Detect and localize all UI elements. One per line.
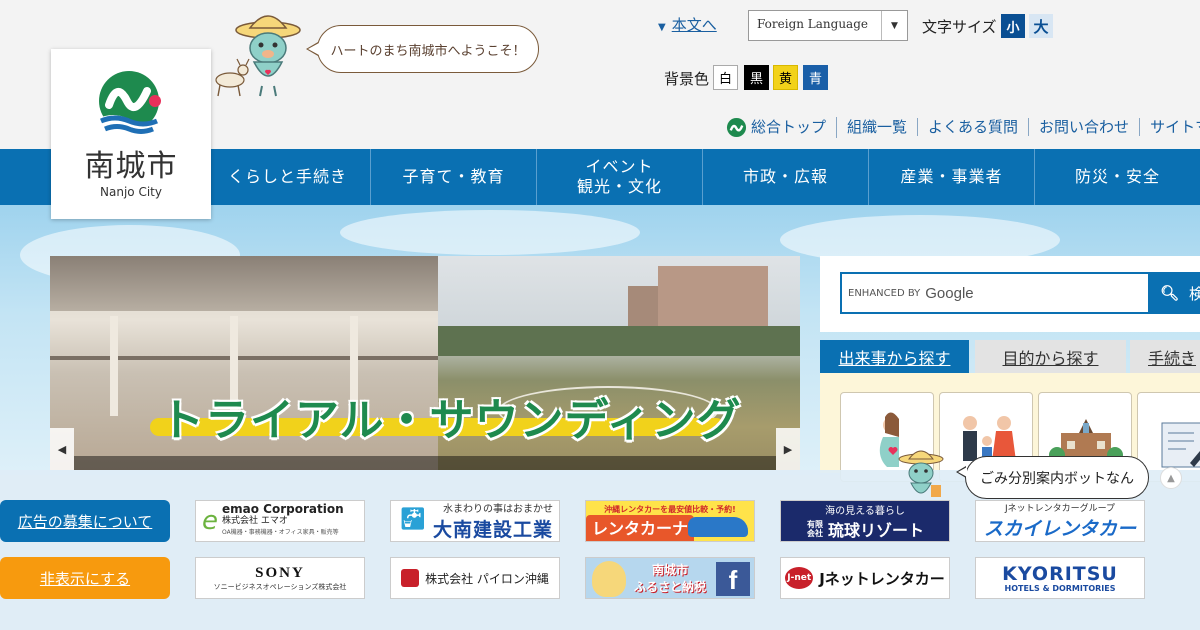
util-link-top[interactable]: 総合トップ: [726, 116, 838, 138]
triangle-down-icon: ▼: [658, 22, 666, 33]
cloud-shape: [340, 210, 640, 255]
slider-next-button[interactable]: ▶: [776, 428, 800, 470]
tab-procedures[interactable]: 手続き: [1130, 340, 1200, 373]
bg-color-yellow-button[interactable]: 黄: [773, 65, 798, 90]
chatbot-speech-bubble[interactable]: ごみ分別案内ボットなん: [956, 456, 1149, 499]
search-panel: ENHANCED BY Google 🔍︎ 検: [820, 256, 1200, 332]
bg-color-black-button[interactable]: 黒: [744, 65, 769, 90]
util-link-faq[interactable]: よくある質問: [918, 118, 1030, 136]
ad-title: レンタカーナビ: [586, 515, 694, 541]
chevron-right-icon: ▶: [783, 442, 793, 456]
skip-link-label: 本文へ: [671, 16, 717, 34]
ad-banner-pylon[interactable]: 株式会社 パイロン沖縄: [390, 557, 560, 599]
search-button[interactable]: 🔍︎ 検: [1148, 272, 1200, 314]
font-size-label: 文字サイズ: [922, 18, 997, 36]
ad-title: KYORITSU: [1002, 562, 1118, 585]
ad-banner-emao[interactable]: e emao Corporation 株式会社 エマオ OA機器・事務機器・オフ…: [195, 500, 365, 542]
util-link-label: 総合トップ: [751, 118, 827, 136]
tab-events[interactable]: 出来事から探す: [820, 340, 969, 381]
ad-subtitle: 沖縄レンタカーを最安値比較・予約!: [604, 505, 736, 514]
ad-badge: J-net: [785, 567, 814, 589]
logo-city-name: 南城市: [84, 149, 178, 184]
slider-prev-button[interactable]: ◀: [50, 428, 74, 470]
nanjo-logo-icon: [726, 117, 747, 137]
bg-color-blue-button[interactable]: 青: [803, 65, 828, 90]
ad-subtitle: 海の見える暮らし: [825, 505, 905, 517]
finder-tabs: 出来事から探す 目的から探す 手続き: [820, 340, 1200, 381]
ad-banner-sky-rentacar[interactable]: Jネットレンタカーグループ スカイレンタカー: [975, 500, 1145, 542]
nav-item-events[interactable]: イベント 観光・文化: [536, 149, 702, 205]
ad-subtitle: HOTELS & DORMITORIES: [1004, 583, 1116, 593]
pylon-logo-icon: [401, 569, 420, 587]
ad-subtitle: 株式会社 エマオ: [222, 516, 288, 526]
search-icon: 🔍︎: [1160, 284, 1180, 302]
site-search-input[interactable]: ENHANCED BY Google: [840, 272, 1150, 314]
ad-title: SONY: [255, 564, 305, 581]
font-size-large-button[interactable]: 大: [1029, 14, 1053, 38]
utility-links: 総合トップ 組織一覧 よくある質問 お問い合わせ サイトマ: [726, 116, 1200, 138]
chevron-up-icon[interactable]: ▲: [1160, 467, 1182, 489]
mascot-illustration: [215, 15, 301, 97]
chevron-left-icon: ◀: [57, 442, 67, 456]
ad-title: 大南建設工業: [432, 519, 553, 541]
nav-item-events-label: イベント 観光・文化: [576, 157, 662, 196]
ad-subtitle: ソニービジネスオペレーションズ株式会社: [213, 582, 347, 591]
ad-title: 株式会社 パイロン沖縄: [425, 571, 549, 586]
ad-banner-sony[interactable]: SONY ソニービジネスオペレーションズ株式会社: [195, 557, 365, 599]
ad-title: Jネットレンタカー: [819, 569, 945, 588]
nav-item-living[interactable]: くらしと手続き: [204, 149, 370, 205]
ad-banner-ryukyu-resort[interactable]: 海の見える暮らし 有限会社 琉球リゾート: [780, 500, 950, 542]
nav-item-city-gov[interactable]: 市政・広報: [702, 149, 868, 205]
util-link-org[interactable]: 組織一覧: [837, 118, 919, 136]
nav-item-business[interactable]: 産業・事業者: [868, 149, 1034, 205]
ad-title: 琉球リゾート: [827, 520, 924, 540]
ad-subtitle: 水まわりの事はおまかせ: [443, 504, 553, 515]
ad-prefix: 有限会社: [806, 519, 823, 538]
search-button-label: 検: [1189, 284, 1200, 303]
logo-city-name-en: Nanjo City: [100, 185, 162, 199]
ad-banner-kyoritsu[interactable]: KYORITSU HOTELS & DORMITORIES: [975, 557, 1145, 599]
slide-caption-bar: [74, 456, 776, 470]
nav-item-childcare[interactable]: 子育て・教育: [370, 149, 536, 205]
chatbot-mascot-icon[interactable]: [893, 449, 949, 503]
tab-purpose[interactable]: 目的から探す: [975, 340, 1126, 373]
ad-banner-jnet-rentacar[interactable]: J-net Jネットレンタカー: [780, 557, 950, 599]
google-label: Google: [925, 284, 974, 302]
language-select-value: Foreign Language: [757, 17, 868, 31]
ad-subtitle: ふるさと納税: [633, 580, 706, 594]
bg-color-label: 背景色: [664, 70, 710, 88]
ad-recruit-button[interactable]: 広告の募集について: [0, 500, 170, 542]
nav-item-safety[interactable]: 防災・安全: [1034, 149, 1200, 205]
util-link-sitemap[interactable]: サイトマ: [1140, 118, 1200, 136]
ad-subtitle: Jネットレンタカーグループ: [1004, 504, 1116, 514]
font-size-small-button[interactable]: 小: [1001, 14, 1025, 38]
faucet-icon: 🚰︎: [399, 507, 427, 532]
ad-title: スカイレンタカー: [983, 518, 1136, 540]
slide-title: トライアル・サウンディング: [160, 395, 742, 446]
hero-slider[interactable]: トライアル・サウンディング ◀ ▶: [50, 256, 800, 470]
mascot-icon: [592, 561, 626, 597]
bg-color-white-button[interactable]: 白: [713, 65, 738, 90]
ad-banner-dainan[interactable]: 🚰︎ 水まわりの事はおまかせ 大南建設工業: [390, 500, 560, 542]
car-icon: [688, 517, 748, 537]
ad-hide-button[interactable]: 非表示にする: [0, 557, 170, 599]
ad-banner-furusato-nozei[interactable]: 南城市 ふるさと納税 f: [585, 557, 755, 599]
ad-title: 南城市: [651, 563, 688, 577]
chevron-down-icon: ▼: [881, 11, 907, 40]
enhanced-by-label: ENHANCED BY: [848, 287, 921, 299]
ad-banner-rentacar-navi[interactable]: 沖縄レンタカーを最安値比較・予約! レンタカーナビ: [585, 500, 755, 542]
site-logo[interactable]: 南城市 Nanjo City: [51, 49, 211, 219]
facebook-icon: f: [716, 562, 750, 596]
foreign-language-select[interactable]: Foreign Language ▼: [748, 10, 908, 41]
skip-to-content-link[interactable]: ▼ 本文へ: [658, 14, 717, 35]
util-link-contact[interactable]: お問い合わせ: [1029, 118, 1141, 136]
ad-small-text: OA機器・事務機器・オフィス家具・販売等: [222, 529, 339, 536]
ad-title: emao Corporation: [222, 502, 344, 516]
emao-logo-icon: e: [202, 506, 218, 536]
welcome-speech-bubble: ハートのまち南城市へようこそ！: [306, 25, 539, 73]
nanjo-logo-mark: [97, 71, 161, 139]
